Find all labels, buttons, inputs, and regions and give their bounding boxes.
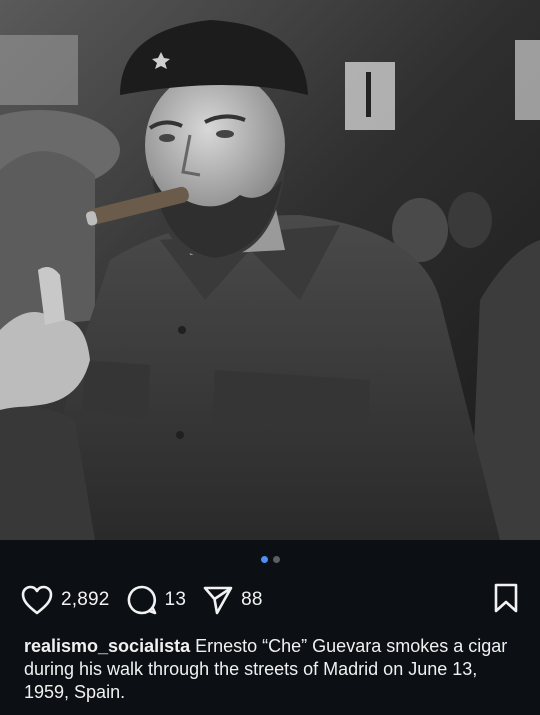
post-photo[interactable] xyxy=(0,0,540,540)
carousel-dot xyxy=(272,556,280,563)
username-link[interactable]: realismo_socialista xyxy=(24,636,190,656)
save-button[interactable] xyxy=(492,582,520,619)
comment-button[interactable]: 13 xyxy=(126,584,187,616)
like-button[interactable]: 2,892 xyxy=(20,584,110,616)
comment-bubble-icon xyxy=(127,585,156,615)
comment-count: 13 xyxy=(164,589,187,610)
carousel-indicator xyxy=(0,556,540,563)
bookmark-icon xyxy=(494,583,518,612)
post-caption: realismo_socialista Ernesto “Che” Guevar… xyxy=(24,635,518,704)
heart-icon xyxy=(21,585,53,615)
share-count: 88 xyxy=(241,589,263,610)
carousel-dot-active xyxy=(260,556,268,563)
post-actions-bar: 2,892 13 88 xyxy=(20,582,520,618)
post-photo-illustration xyxy=(0,0,540,540)
paper-plane-icon xyxy=(203,586,233,615)
like-count: 2,892 xyxy=(61,589,110,610)
share-button[interactable]: 88 xyxy=(202,584,263,616)
